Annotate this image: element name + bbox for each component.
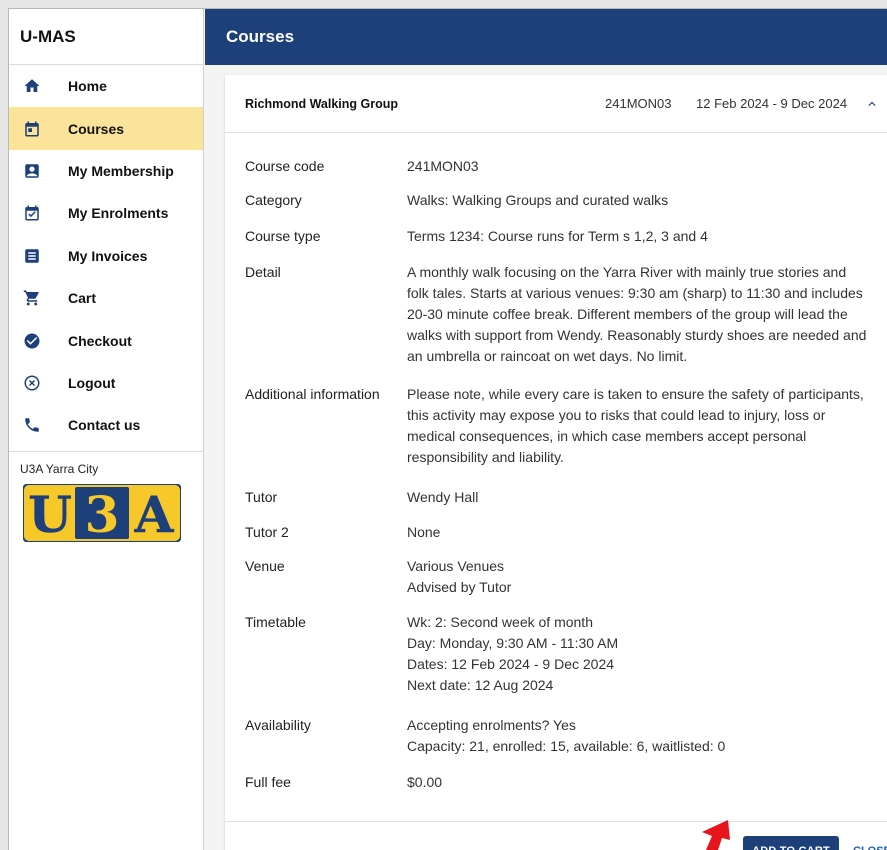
field-value: Terms 1234: Course runs for Term s 1,2, … bbox=[407, 228, 708, 244]
logo-letter-3: 3 bbox=[85, 485, 120, 542]
field-value: $0.00 bbox=[407, 774, 443, 790]
field-label: Tutor 2 bbox=[245, 524, 289, 540]
page-title: Courses bbox=[226, 27, 295, 46]
field-label: Course type bbox=[245, 228, 321, 244]
phone-icon bbox=[23, 416, 41, 434]
timetable-line: Next date: 12 Aug 2024 bbox=[407, 677, 554, 693]
sidebar-item-label: Home bbox=[68, 78, 107, 95]
field-label: Additional information bbox=[245, 386, 380, 402]
check-circle-icon bbox=[23, 332, 41, 350]
field-value: Wk: 2: Second week of month Day: Monday,… bbox=[407, 612, 887, 696]
additional-line: responsibility and liability. bbox=[407, 449, 564, 465]
course-title: Richmond Walking Group bbox=[245, 96, 399, 111]
sidebar-item-label: My Membership bbox=[68, 162, 174, 179]
u3a-logo: U 3 A bbox=[22, 482, 182, 544]
field-label: Full fee bbox=[245, 774, 291, 790]
field-label: Availability bbox=[245, 717, 311, 733]
field-label: Timetable bbox=[245, 614, 306, 630]
additional-line: medical consequences, in which case memb… bbox=[407, 428, 807, 444]
home-icon bbox=[23, 77, 41, 95]
timetable-line: Wk: 2: Second week of month bbox=[407, 614, 593, 630]
sidebar-item-label: My Enrolments bbox=[68, 205, 169, 222]
sidebar-item-my-invoices[interactable]: My Invoices bbox=[9, 235, 203, 277]
sidebar-item-my-enrolments[interactable]: My Enrolments bbox=[9, 192, 203, 234]
sidebar-item-label: My Invoices bbox=[68, 247, 148, 264]
sidebar-item-checkout[interactable]: Checkout bbox=[9, 319, 203, 361]
field-label: Venue bbox=[245, 558, 285, 574]
sidebar-item-label: Contact us bbox=[68, 417, 141, 434]
logo-letter-a: A bbox=[134, 485, 175, 542]
logo-letter-u: U bbox=[28, 485, 72, 542]
field-label: Detail bbox=[245, 264, 281, 280]
field-value: Wendy Hall bbox=[407, 489, 479, 505]
invoice-icon bbox=[23, 247, 41, 265]
chevron-up-icon[interactable] bbox=[865, 97, 879, 111]
sidebar-item-courses[interactable]: Courses bbox=[9, 107, 203, 150]
timetable-line: Day: Monday, 9:30 AM - 11:30 AM bbox=[407, 635, 619, 651]
sidebar-item-home[interactable]: Home bbox=[9, 65, 203, 107]
sidebar-item-label: Logout bbox=[68, 374, 116, 391]
calendar-check-icon bbox=[23, 204, 41, 222]
availability-line: Capacity: 21, enrolled: 15, available: 6… bbox=[407, 738, 726, 754]
close-circle-icon bbox=[23, 374, 41, 392]
sidebar-item-my-membership[interactable]: My Membership bbox=[9, 150, 203, 192]
app-title: U-MAS bbox=[9, 9, 203, 65]
app-window: U-MAS Home Courses My Membership My Enro… bbox=[8, 8, 887, 850]
sidebar: U-MAS Home Courses My Membership My Enro… bbox=[9, 9, 204, 850]
field-label: Tutor bbox=[245, 489, 278, 505]
field-value: Various Venues Advised by Tutor bbox=[407, 556, 887, 598]
course-card: Richmond Walking Group 241MON03 12 Feb 2… bbox=[225, 75, 887, 850]
availability-line: Accepting enrolments? Yes bbox=[407, 717, 576, 733]
detail-line: walks with support from Wendy. Reasonabl… bbox=[407, 327, 867, 343]
field-value: Please note, while every care is taken t… bbox=[407, 384, 887, 468]
top-header: Courses bbox=[205, 9, 887, 65]
sidebar-nav: Home Courses My Membership My Enrolments bbox=[9, 65, 203, 447]
close-button[interactable]: CLOSE bbox=[853, 836, 887, 850]
venue-line: Various Venues bbox=[407, 558, 505, 574]
sidebar-item-label: Courses bbox=[68, 120, 125, 137]
sidebar-item-cart[interactable]: Cart bbox=[9, 277, 203, 319]
field-value: Accepting enrolments? Yes Capacity: 21, … bbox=[407, 715, 887, 757]
additional-line: Please note, while every care is taken t… bbox=[407, 386, 864, 402]
red-arrow-annotation-icon bbox=[702, 820, 730, 850]
course-card-header[interactable]: Richmond Walking Group 241MON03 12 Feb 2… bbox=[225, 75, 887, 133]
course-code-header: 241MON03 bbox=[605, 96, 672, 111]
additional-line: this activity may expose you to risks th… bbox=[407, 407, 826, 423]
sidebar-item-contact-us[interactable]: Contact us bbox=[9, 404, 203, 446]
field-label: Category bbox=[245, 192, 302, 208]
detail-line: folk tales. Starts at various venues: 9:… bbox=[407, 285, 863, 301]
detail-line: 20-30 minute coffee break. Different mem… bbox=[407, 306, 848, 322]
detail-line: A monthly walk focusing on the Yarra Riv… bbox=[407, 264, 847, 280]
membership-icon bbox=[23, 162, 41, 180]
cart-icon bbox=[23, 289, 41, 307]
add-to-cart-button[interactable]: ADD TO CART bbox=[743, 836, 839, 850]
calendar-icon bbox=[23, 120, 41, 138]
venue-line: Advised by Tutor bbox=[407, 579, 512, 595]
course-dates-header: 12 Feb 2024 - 9 Dec 2024 bbox=[696, 96, 848, 111]
sidebar-item-logout[interactable]: Logout bbox=[9, 362, 203, 404]
detail-line: an umbrella or raincoat on wet days. No … bbox=[407, 348, 688, 364]
sidebar-item-label: Checkout bbox=[68, 332, 132, 349]
timetable-line: Dates: 12 Feb 2024 - 9 Dec 2024 bbox=[407, 656, 615, 672]
field-value: 241MON03 bbox=[407, 158, 479, 174]
course-card-actions: ADD TO CART CLOSE bbox=[225, 821, 887, 850]
sidebar-item-label: Cart bbox=[68, 290, 97, 307]
field-value: A monthly walk focusing on the Yarra Riv… bbox=[407, 262, 887, 367]
field-value: Walks: Walking Groups and curated walks bbox=[407, 192, 669, 208]
field-label: Course code bbox=[245, 158, 325, 174]
field-value: None bbox=[407, 524, 441, 540]
org-name: U3A Yarra City bbox=[20, 461, 99, 476]
